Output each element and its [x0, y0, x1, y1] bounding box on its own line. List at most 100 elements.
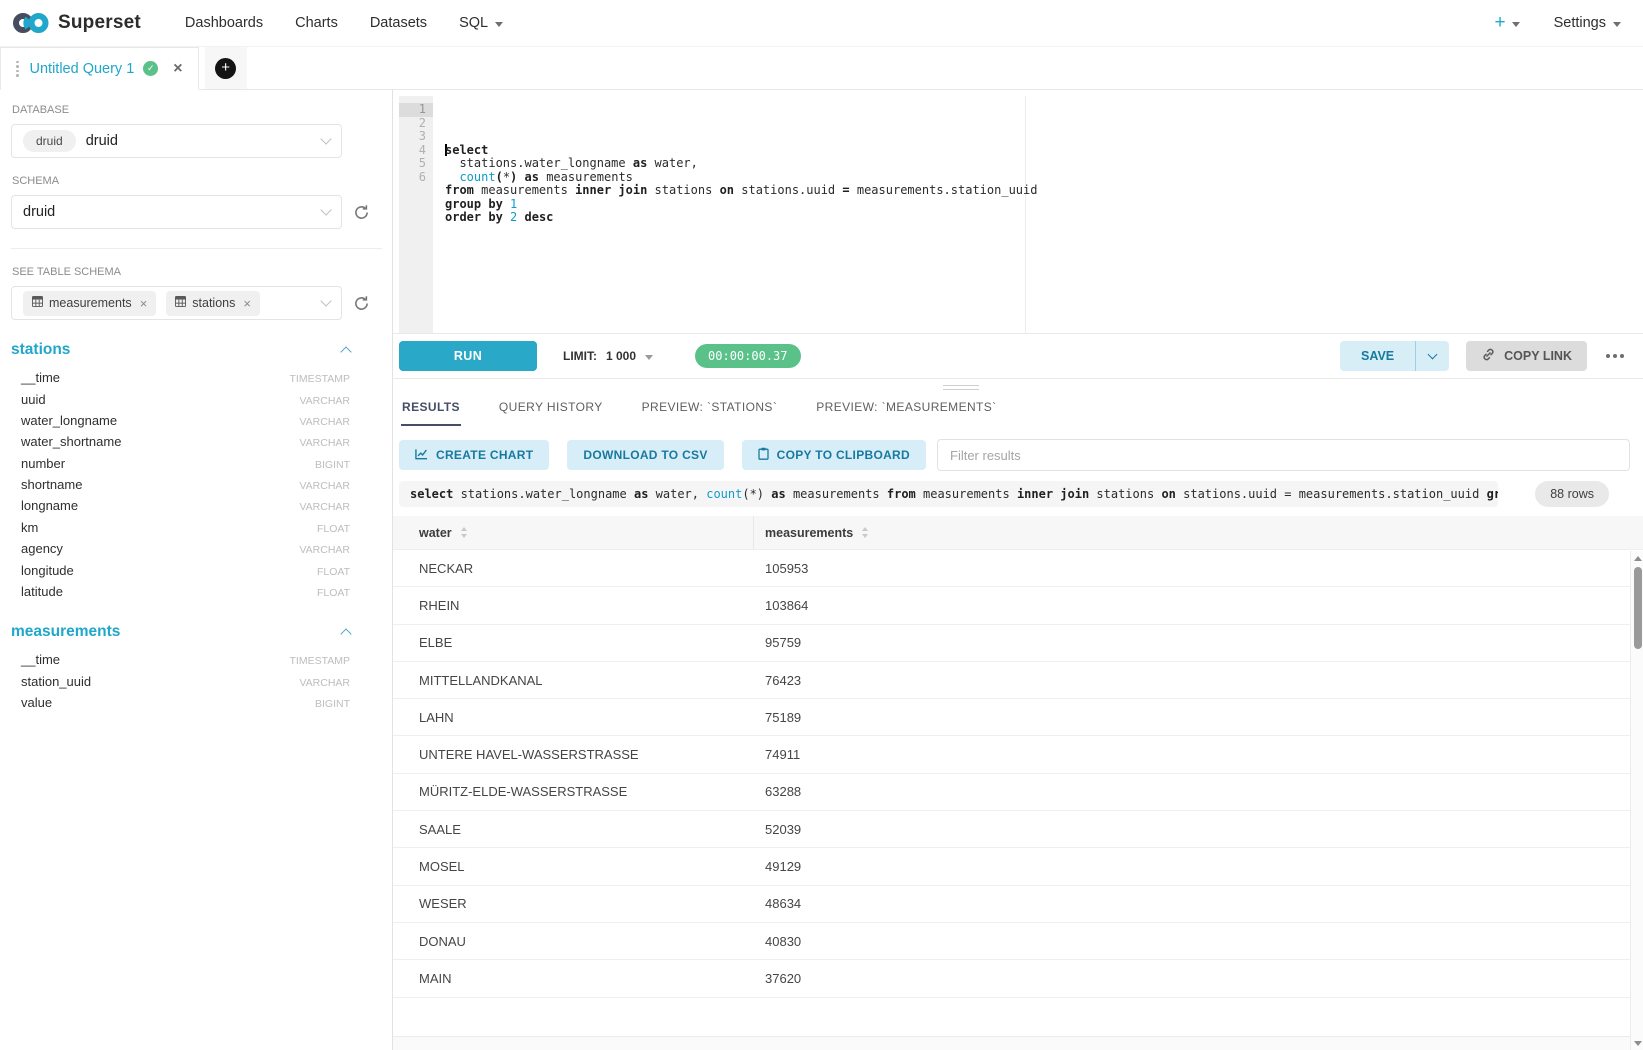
- filter-results-input[interactable]: [937, 439, 1630, 471]
- column-list: __timeTIMESTAMPstation_uuidVARCHARvalueB…: [11, 649, 382, 713]
- refresh-tables-icon[interactable]: [351, 293, 371, 313]
- more-options-icon[interactable]: [1604, 350, 1626, 362]
- table-row[interactable]: RHEIN103864: [393, 587, 1643, 624]
- results-tab-preview-stations[interactable]: PREVIEW: `STATIONS`: [641, 395, 779, 426]
- table-row[interactable]: MOSEL49129: [393, 848, 1643, 885]
- column-name: water_shortname: [21, 434, 121, 449]
- results-scrollbar[interactable]: [1630, 551, 1643, 1050]
- table-grid-icon: [175, 296, 186, 310]
- line-number: 4: [399, 144, 433, 158]
- column-type: VARCHAR: [299, 544, 350, 556]
- results-tab-query-history[interactable]: QUERY HISTORY: [498, 395, 604, 426]
- copy-link-button[interactable]: COPY LINK: [1466, 341, 1587, 371]
- table-row[interactable]: MAIN37620: [393, 960, 1643, 997]
- settings-menu-button[interactable]: Settings: [1554, 15, 1621, 31]
- column-type: BIGINT: [315, 698, 350, 710]
- table-schema-select[interactable]: measurements× stations ×: [11, 286, 342, 320]
- results-tab-preview-measurements[interactable]: PREVIEW: `MEASUREMENTS`: [815, 395, 997, 426]
- new-item-menu-button[interactable]: +: [1494, 12, 1519, 34]
- new-tab-button[interactable]: +: [205, 47, 247, 89]
- tab-label: Untitled Query 1: [30, 61, 135, 77]
- executed-query-preview[interactable]: select stations.water_longname as water,…: [399, 481, 1498, 507]
- table-section-header-stations[interactable]: stations: [11, 341, 382, 359]
- table-chip-stations[interactable]: stations ×: [166, 291, 260, 316]
- sql-editor-pane: 123456 select stations.water_longname as…: [393, 90, 1643, 1050]
- database-value: druid: [86, 133, 118, 149]
- link-icon: [1481, 347, 1496, 365]
- limit-dropdown[interactable]: LIMIT: 1 000: [563, 349, 653, 363]
- column-name: number: [21, 456, 65, 471]
- cell-measurements: 95759: [754, 635, 1643, 650]
- save-split-button[interactable]: SAVE: [1340, 341, 1449, 371]
- results-table-body: NECKAR105953RHEIN103864ELBE95759MITTELLA…: [393, 550, 1643, 998]
- table-chip-label: stations: [192, 296, 235, 310]
- cell-water: MAIN: [393, 971, 754, 986]
- refresh-schema-icon[interactable]: [351, 202, 371, 222]
- remove-table-icon[interactable]: ×: [140, 296, 148, 311]
- table-row[interactable]: LAHN75189: [393, 699, 1643, 736]
- superset-logo-icon[interactable]: [12, 11, 50, 35]
- sort-icon[interactable]: [862, 527, 868, 538]
- table-name: stations: [11, 341, 70, 359]
- brand-title[interactable]: Superset: [58, 12, 141, 34]
- nav-item-dashboards[interactable]: Dashboards: [169, 15, 279, 31]
- column-header-water[interactable]: water: [393, 516, 754, 549]
- run-button[interactable]: RUN: [399, 341, 537, 371]
- plus-circle-icon: +: [215, 58, 236, 79]
- column-row: shortnameVARCHAR: [11, 474, 382, 495]
- scroll-down-icon[interactable]: [1634, 1041, 1642, 1046]
- schema-label: SCHEMA: [12, 175, 382, 187]
- tab-untitled-query-1[interactable]: Untitled Query 1 ✓ ×: [0, 47, 199, 90]
- results-tab-results[interactable]: RESULTS: [401, 395, 461, 426]
- scrollbar-thumb[interactable]: [1634, 567, 1642, 649]
- sql-editor[interactable]: 123456 select stations.water_longname as…: [399, 96, 1643, 333]
- column-row: longnameVARCHAR: [11, 495, 382, 516]
- line-number: 2: [399, 117, 433, 131]
- column-name: value: [21, 695, 52, 710]
- cell-measurements: 103864: [754, 598, 1643, 613]
- save-button[interactable]: SAVE: [1340, 349, 1415, 363]
- column-row: __timeTIMESTAMP: [11, 367, 382, 388]
- column-header-measurements[interactable]: measurements: [754, 516, 1643, 549]
- column-row: agency VARCHAR: [11, 538, 382, 559]
- table-row[interactable]: MÜRITZ-ELDE-WASSERSTRASSE63288: [393, 774, 1643, 811]
- column-name: agency: [21, 541, 63, 556]
- table-row[interactable]: DONAU40830: [393, 923, 1643, 960]
- top-navbar: Superset DashboardsChartsDatasetsSQL + S…: [0, 0, 1643, 47]
- cell-measurements: 40830: [754, 934, 1643, 949]
- table-row[interactable]: MITTELLANDKANAL76423: [393, 662, 1643, 699]
- save-options-button[interactable]: [1416, 354, 1449, 358]
- table-chip-measurements[interactable]: measurements×: [23, 291, 156, 316]
- table-row[interactable]: ELBE95759: [393, 625, 1643, 662]
- scroll-up-icon[interactable]: [1634, 556, 1642, 561]
- table-row[interactable]: SAALE52039: [393, 811, 1643, 848]
- nav-item-datasets[interactable]: Datasets: [354, 15, 443, 31]
- nav-item-sql[interactable]: SQL: [443, 15, 519, 31]
- splitter-drag-handle-icon[interactable]: [943, 385, 979, 393]
- database-select[interactable]: druid druid: [11, 124, 342, 158]
- table-row[interactable]: UNTERE HAVEL-WASSERSTRASSE74911: [393, 736, 1643, 773]
- cell-measurements: 63288: [754, 784, 1643, 799]
- table-row[interactable]: NECKAR105953: [393, 550, 1643, 587]
- create-chart-button[interactable]: CREATE CHART: [399, 440, 549, 470]
- chevron-up-icon: [340, 628, 351, 639]
- column-name: __time: [21, 370, 60, 385]
- remove-table-icon[interactable]: ×: [243, 296, 251, 311]
- copy-to-clipboard-button[interactable]: COPY TO CLIPBOARD: [742, 440, 926, 470]
- download-to-csv-button[interactable]: DOWNLOAD TO CSV: [567, 440, 723, 470]
- nav-item-charts[interactable]: Charts: [279, 15, 354, 31]
- column-name: __time: [21, 652, 60, 667]
- editor-code-area[interactable]: select stations.water_longname as water,…: [433, 96, 1643, 333]
- limit-value: 1 000: [606, 349, 636, 363]
- close-tab-icon[interactable]: ×: [173, 61, 182, 77]
- results-table: watermeasurements NECKAR105953RHEIN10386…: [393, 516, 1643, 1050]
- results-actions-row: CREATE CHART DOWNLOAD TO CSV COPY TO CLIPB…: [399, 439, 1630, 471]
- code-line: count(*) as measurements: [445, 171, 1643, 185]
- table-section-header-measurements[interactable]: measurements: [11, 623, 382, 641]
- pane-splitter[interactable]: [393, 378, 1643, 395]
- schema-select[interactable]: druid: [11, 195, 342, 229]
- column-row: numberBIGINT: [11, 453, 382, 474]
- sort-icon[interactable]: [461, 527, 467, 538]
- column-type: VARCHAR: [299, 501, 350, 513]
- table-row[interactable]: WESER48634: [393, 886, 1643, 923]
